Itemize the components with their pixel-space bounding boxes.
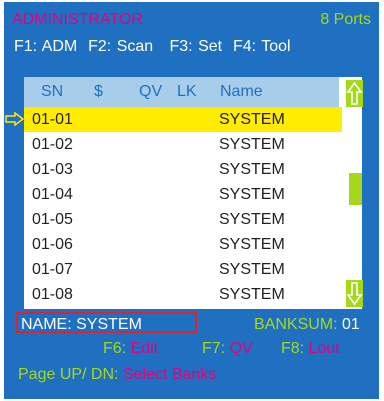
port-name: SYSTEM (219, 136, 285, 153)
page-keys-label: Page UP/ DN: (18, 366, 119, 383)
f2-scan-key[interactable]: F2: Scan (88, 38, 153, 55)
port-sn: 01-01 (32, 111, 73, 128)
arrow-down-icon (346, 282, 363, 306)
port-count: 8 Ports (320, 11, 371, 28)
function-key-bar: F1: ADM F2: Scan F3: Set F4: Tool (14, 38, 291, 56)
port-name: SYSTEM (219, 286, 285, 303)
banksum: BANKSUM: 01 (254, 316, 360, 334)
port-sn: 01-02 (32, 136, 73, 153)
port-name: SYSTEM (219, 161, 285, 178)
port-name: SYSTEM (219, 111, 285, 128)
port-row[interactable]: 01-01 SYSTEM (24, 107, 342, 132)
f4-tool-key[interactable]: F4: Tool (233, 38, 291, 55)
page-up-down-hint: Page UP/ DN: Select Banks (18, 366, 216, 384)
osd-screen: ADMINISTRATOR 8 Ports F1: ADM F2: Scan F… (4, 2, 379, 399)
column-name: Name (220, 83, 263, 100)
column-qv: QV (139, 83, 163, 100)
f8-lout-key[interactable]: F8: Lout (281, 340, 340, 358)
banksum-value: 01 (342, 316, 360, 333)
list-header: SN $ QV LK Name (24, 77, 339, 107)
f3-set-key[interactable]: F3: Set (170, 38, 223, 55)
port-sn: 01-05 (32, 211, 73, 228)
banksum-label: BANKSUM: (254, 316, 338, 333)
port-row[interactable]: 01-05 SYSTEM (24, 207, 342, 232)
column-dollar: $ (94, 83, 103, 100)
port-sn: 01-04 (32, 186, 73, 203)
port-name: SYSTEM (219, 211, 285, 228)
port-row[interactable]: 01-04 SYSTEM (24, 182, 342, 207)
mode-title: ADMINISTRATOR (12, 11, 143, 28)
f1-adm-key[interactable]: F1: ADM (14, 38, 77, 55)
scroll-down-button[interactable] (346, 280, 363, 307)
port-name: SYSTEM (219, 236, 285, 253)
selected-name: NAME: SYSTEM (21, 316, 142, 333)
port-name: SYSTEM (219, 261, 285, 278)
arrow-up-icon (346, 81, 363, 105)
port-row[interactable]: 01-07 SYSTEM (24, 257, 342, 282)
port-list: SN $ QV LK Name 01-01 SYSTEM 01-02 SYSTE… (24, 77, 363, 309)
port-sn: 01-08 (32, 286, 73, 303)
scroll-up-button[interactable] (346, 80, 363, 107)
port-sn: 01-06 (32, 236, 73, 253)
f7-qv-key[interactable]: F7: QV (202, 340, 253, 358)
port-row[interactable]: 01-08 SYSTEM (24, 282, 342, 307)
scrollbar-thumb[interactable] (349, 173, 362, 205)
f6-edit-key[interactable]: F6: Edit (103, 340, 158, 358)
port-row[interactable]: 01-03 SYSTEM (24, 157, 342, 182)
port-name: SYSTEM (219, 186, 285, 203)
port-sn: 01-07 (32, 261, 73, 278)
port-row[interactable]: 01-06 SYSTEM (24, 232, 342, 257)
port-sn: 01-03 (32, 161, 73, 178)
select-banks-label: Select Banks (122, 366, 217, 383)
column-lk: LK (177, 83, 197, 100)
port-row[interactable]: 01-02 SYSTEM (24, 132, 342, 157)
column-sn: SN (41, 83, 64, 100)
arrow-right-outline-icon (5, 112, 25, 126)
